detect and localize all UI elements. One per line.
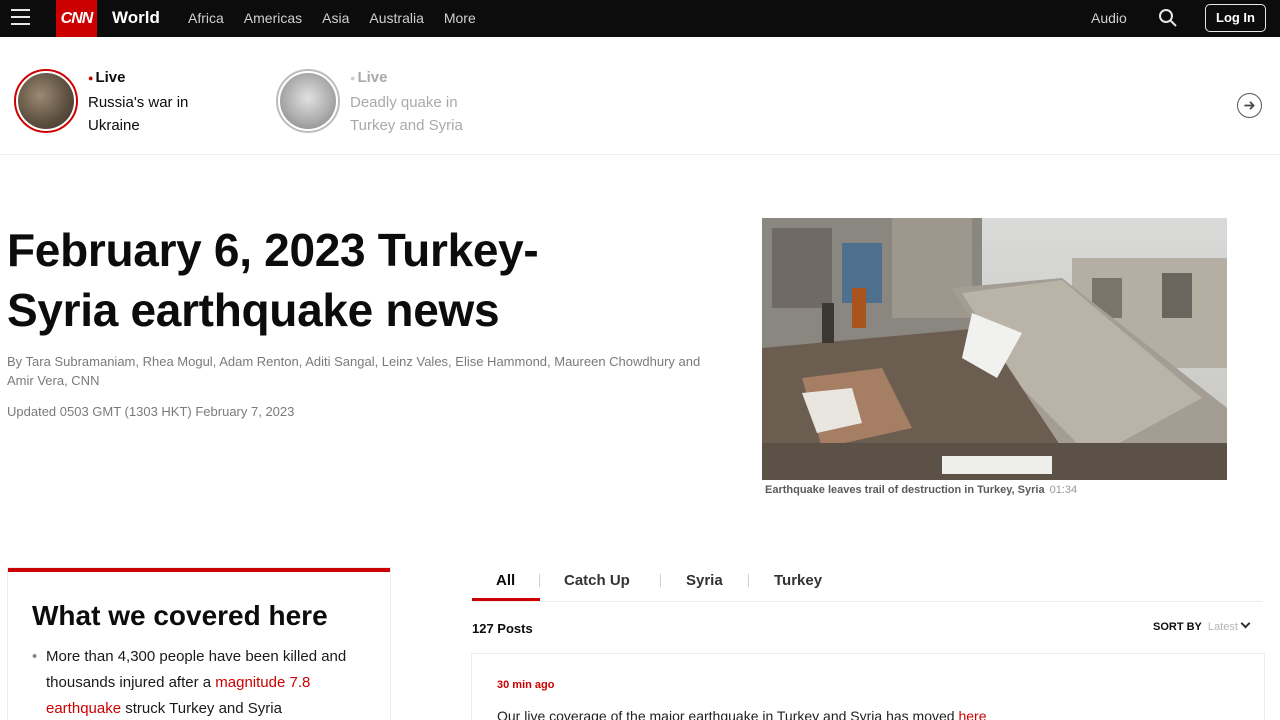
- video-duration: 01:34: [1049, 484, 1078, 496]
- live-thumbnail: [276, 69, 340, 133]
- nav-link-asia[interactable]: Asia: [322, 10, 349, 26]
- sort-by-label: SORT BY: [1153, 621, 1202, 633]
- nav-link-americas[interactable]: Americas: [244, 10, 302, 26]
- posts-count: 127 Posts: [472, 621, 533, 636]
- video-caption-text: Earthquake leaves trail of destruction i…: [765, 484, 1045, 496]
- tab-syria[interactable]: Syria: [686, 572, 723, 589]
- updated-timestamp: Updated 0503 GMT (1303 HKT) February 7, …: [7, 404, 295, 419]
- nav-link-australia[interactable]: Australia: [369, 10, 423, 26]
- audio-link[interactable]: Audio: [1091, 10, 1127, 26]
- live-thumbnail: [14, 69, 78, 133]
- live-badge: ● Live: [88, 69, 125, 86]
- page-title: February 6, 2023 Turkey-Syria earthquake…: [7, 224, 539, 336]
- nav-links: Africa Americas Asia Australia More: [188, 10, 496, 26]
- active-tab-indicator: [472, 598, 540, 601]
- covered-list: More than 4,300 people have been killed …: [32, 644, 366, 720]
- feed-tabs: All Catch Up Syria Turkey: [472, 566, 1262, 602]
- live-label: Live: [95, 69, 126, 86]
- nav-link-more[interactable]: More: [444, 10, 476, 26]
- post-link[interactable]: here: [958, 708, 986, 720]
- tab-all[interactable]: All: [496, 572, 515, 589]
- tab-turkey[interactable]: Turkey: [774, 572, 822, 589]
- post-timestamp: 30 min ago: [497, 679, 555, 691]
- post-card: 30 min ago Our live coverage of the majo…: [472, 654, 1264, 720]
- hamburger-icon[interactable]: [11, 9, 30, 25]
- list-item: More than 4,300 people have been killed …: [32, 644, 366, 720]
- section-title[interactable]: World: [112, 8, 160, 28]
- live-title: Russia's war in Ukraine: [88, 94, 189, 134]
- nav-link-africa[interactable]: Africa: [188, 10, 224, 26]
- chevron-down-icon: [1240, 618, 1251, 629]
- live-dot-icon: ●: [350, 73, 356, 84]
- login-button[interactable]: Log In: [1205, 4, 1266, 32]
- arrow-right-circle-icon[interactable]: [1237, 93, 1262, 118]
- byline: By Tara Subramaniam, Rhea Mogul, Adam Re…: [7, 354, 701, 388]
- covered-summary-box: What we covered here More than 4,300 peo…: [8, 568, 390, 720]
- tab-catch-up[interactable]: Catch Up: [564, 572, 630, 589]
- live-dot-icon: ●: [88, 73, 94, 84]
- sort-by-value: Latest: [1207, 621, 1238, 633]
- post-text: Our live coverage of the major earthquak…: [497, 708, 959, 720]
- live-label: Live: [357, 69, 388, 86]
- tab-divider: [539, 574, 540, 587]
- video-caption[interactable]: Earthquake leaves trail of destruction i…: [765, 484, 1077, 496]
- post-body: Our live coverage of the major earthquak…: [497, 708, 987, 720]
- sort-by-dropdown[interactable]: SORT BY Latest: [1153, 618, 1251, 633]
- tab-divider: [660, 574, 661, 587]
- cnn-logo[interactable]: CNN: [56, 0, 97, 37]
- live-title: Deadly quake in Turkey and Syria: [350, 94, 463, 134]
- hero-video-thumbnail[interactable]: [762, 218, 1227, 480]
- bullet-text: struck Turkey and Syria: [121, 700, 282, 717]
- live-strip: ● Live Russia's war in Ukraine ● Live Dead…: [0, 37, 1280, 155]
- covered-title: What we covered here: [32, 600, 328, 631]
- tab-divider: [748, 574, 749, 587]
- search-icon[interactable]: [1158, 8, 1178, 28]
- live-badge: ● Live: [350, 69, 387, 86]
- top-nav: CNN World Africa Americas Asia Australia…: [0, 0, 1280, 37]
